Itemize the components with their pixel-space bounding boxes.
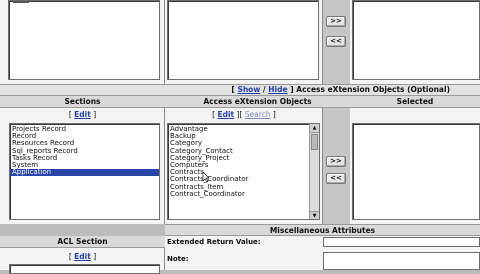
misc-left-spacer bbox=[0, 224, 165, 236]
extended-return-label: Extended Return Value: bbox=[167, 238, 261, 246]
extension-toggle-bar: [ Show / Hide ] Access eXtension Objects… bbox=[0, 84, 480, 96]
mouse-pointer-icon bbox=[202, 171, 210, 183]
bracket-open: [ bbox=[231, 85, 235, 94]
objects-scrollbar[interactable]: ▲ ▼ bbox=[309, 124, 319, 219]
top-move-left-button[interactable]: << bbox=[326, 36, 346, 47]
show-link[interactable]: Show bbox=[237, 85, 260, 94]
misc-attributes-header: Miscellaneous Attributes bbox=[165, 224, 480, 236]
note-label: Note: bbox=[167, 255, 189, 263]
objects-listbox[interactable]: Advantage Backup Category Category_Conta… bbox=[167, 123, 320, 220]
scroll-down-arrow-icon[interactable]: ▼ bbox=[310, 211, 319, 219]
acl-section-header: ACL Section bbox=[0, 236, 165, 248]
scroll-thumb[interactable] bbox=[311, 134, 318, 150]
extension-section-title: Access eXtension Objects (Optional) bbox=[296, 85, 450, 94]
objects-search-link[interactable]: Search bbox=[245, 110, 271, 119]
top-middle-listbox[interactable] bbox=[167, 0, 319, 80]
selected-header: Selected bbox=[350, 96, 480, 108]
list-item[interactable]: Contract_Coordinator bbox=[168, 190, 319, 198]
objects-edit-link[interactable]: Edit bbox=[217, 110, 234, 119]
sections-edit-link[interactable]: Edit bbox=[74, 110, 91, 119]
top-right-listbox[interactable] bbox=[352, 0, 480, 80]
selected-listbox[interactable] bbox=[352, 123, 480, 220]
acl-edit-link[interactable]: Edit bbox=[74, 252, 91, 261]
move-right-button[interactable]: >> bbox=[326, 156, 346, 167]
list-item-selected[interactable]: Application bbox=[10, 169, 159, 177]
acl-listbox[interactable] bbox=[9, 264, 160, 274]
bracket-close: ] bbox=[290, 85, 294, 94]
objects-header: Access eXtension Objects bbox=[165, 96, 350, 108]
top-move-right-button[interactable]: >> bbox=[326, 16, 346, 27]
top-left-listbox[interactable] bbox=[8, 0, 160, 80]
scroll-up-arrow-icon[interactable]: ▲ bbox=[310, 124, 319, 133]
link-separator: / bbox=[262, 85, 266, 94]
sections-edit-row: [ Edit ] bbox=[68, 110, 97, 119]
acl-edit-row: [ Edit ] bbox=[68, 252, 97, 261]
extended-return-input[interactable] bbox=[323, 237, 480, 247]
hide-link[interactable]: Hide bbox=[268, 85, 287, 94]
top-left-item-fragment bbox=[13, 1, 29, 3]
sections-listbox[interactable]: Projects Record Record Resources Record … bbox=[9, 123, 160, 220]
move-left-button[interactable]: << bbox=[326, 173, 346, 184]
sections-header: Sections bbox=[0, 96, 165, 108]
note-textarea[interactable] bbox=[323, 252, 480, 270]
objects-actions-row: [ Edit ][ Search ] bbox=[212, 110, 276, 119]
